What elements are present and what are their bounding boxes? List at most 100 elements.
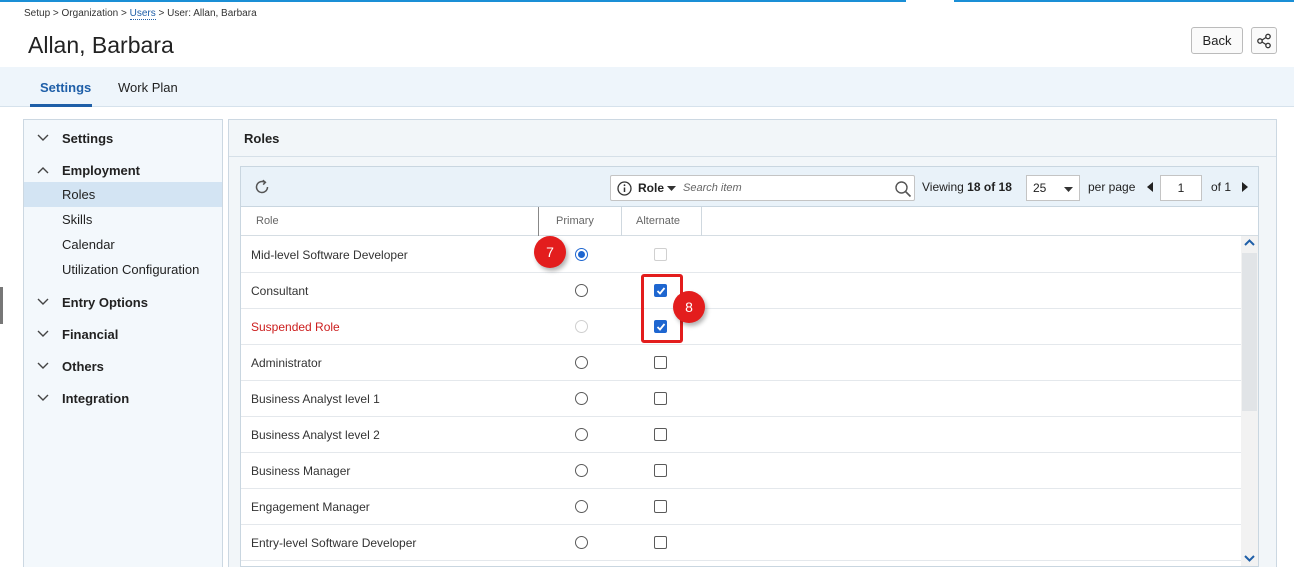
table-row[interactable]: Mid-level Software Developer <box>241 237 1241 273</box>
active-tab-indicator <box>30 104 92 107</box>
viewing-of: of <box>983 180 996 194</box>
column-resize-handle[interactable] <box>538 207 539 236</box>
grid-header: Role Primary Alternate <box>241 207 1258 236</box>
nav-group-label: Settings <box>62 130 114 146</box>
roles-grid: Role Search item Viewing 18 of 18 25 per… <box>240 166 1259 567</box>
top-accent-gap <box>906 0 954 2</box>
step-callout-alternate: 8 <box>673 291 705 323</box>
side-navigation: Settings Employment Roles Skills Calenda… <box>23 119 223 567</box>
scroll-up-icon[interactable] <box>1244 239 1255 246</box>
grid-toolbar: Role Search item Viewing 18 of 18 25 per… <box>241 167 1258 207</box>
column-divider <box>701 207 702 236</box>
per-page-value: 25 <box>1033 181 1047 195</box>
chevron-down-icon <box>37 298 49 305</box>
nav-group-label: Others <box>62 358 104 374</box>
breadcrumb-link-users[interactable]: Users <box>129 8 156 20</box>
left-edge-marker <box>0 287 3 324</box>
nav-group-label: Integration <box>62 390 130 406</box>
search-icon[interactable] <box>894 180 912 198</box>
per-page-select[interactable]: 25 <box>1026 175 1080 201</box>
alternate-checkbox[interactable] <box>654 536 667 549</box>
tab-settings[interactable]: Settings <box>40 80 91 95</box>
role-name: Administrator <box>251 356 322 370</box>
page-total: of 1 <box>1211 180 1232 194</box>
role-name: Suspended Role <box>251 320 340 334</box>
column-header-primary[interactable]: Primary <box>556 215 594 227</box>
primary-radio[interactable] <box>575 536 588 549</box>
primary-radio <box>575 320 588 333</box>
table-row[interactable]: Business Manager <box>241 453 1241 489</box>
tab-bar: Settings Work Plan <box>0 67 1294 107</box>
primary-radio[interactable] <box>575 284 588 297</box>
chevron-down-icon <box>37 134 49 141</box>
nav-group-settings[interactable]: Settings <box>24 127 222 149</box>
viewing-count-value: 18 <box>967 180 981 194</box>
page-title: Allan, Barbara <box>28 32 174 58</box>
table-row[interactable]: Suspended Role <box>241 309 1241 345</box>
nav-group-label: Financial <box>62 326 119 342</box>
panel-title: Roles <box>244 131 280 146</box>
back-button[interactable]: Back <box>1191 27 1243 54</box>
next-page-icon[interactable] <box>1241 182 1248 192</box>
sidebar-item-skills[interactable]: Skills <box>24 207 222 232</box>
scrollbar-thumb[interactable] <box>1242 253 1257 411</box>
nav-group-label: Entry Options <box>62 294 148 310</box>
chevron-down-icon <box>37 362 49 369</box>
search-field-dropdown[interactable]: Role <box>638 181 664 195</box>
table-row[interactable]: Consultant <box>241 273 1241 309</box>
alternate-checkbox[interactable] <box>654 392 667 405</box>
viewing-total: 18 <box>998 180 1012 194</box>
alternate-checkbox[interactable] <box>654 356 667 369</box>
table-row[interactable]: Entry-level Software Developer <box>241 525 1241 561</box>
alternate-checkbox[interactable] <box>654 464 667 477</box>
info-icon[interactable] <box>617 181 632 196</box>
page-number-input[interactable]: 1 <box>1160 175 1202 201</box>
chevron-down-icon <box>37 394 49 401</box>
role-name: Business Manager <box>251 464 351 478</box>
scroll-down-icon[interactable] <box>1244 555 1255 562</box>
step-callout-primary: 7 <box>534 236 566 268</box>
refresh-icon <box>255 179 269 194</box>
role-name: Engagement Manager <box>251 500 370 514</box>
column-header-alternate[interactable]: Alternate <box>636 215 680 227</box>
nav-group-employment[interactable]: Employment <box>24 159 222 181</box>
primary-radio[interactable] <box>575 248 588 261</box>
table-row[interactable]: Business Analyst level 1 <box>241 381 1241 417</box>
column-header-role[interactable]: Role <box>256 215 279 227</box>
viewing-label: Viewing <box>922 180 964 194</box>
per-page-label: per page <box>1088 180 1136 194</box>
share-button[interactable] <box>1251 27 1277 54</box>
sidebar-item-calendar[interactable]: Calendar <box>24 232 222 257</box>
table-row[interactable]: Engagement Manager <box>241 489 1241 525</box>
search-input[interactable]: Search item <box>683 182 742 194</box>
nav-group-label: Employment <box>62 162 141 178</box>
caret-down-icon <box>1064 187 1073 192</box>
table-row[interactable]: Business Analyst level 2 <box>241 417 1241 453</box>
primary-radio[interactable] <box>575 356 588 369</box>
primary-radio[interactable] <box>575 392 588 405</box>
share-icon <box>1257 33 1271 48</box>
viewing-count: Viewing 18 of 18 <box>922 180 1012 194</box>
role-name: Consultant <box>251 284 309 298</box>
primary-radio[interactable] <box>575 464 588 477</box>
nav-group-financial[interactable]: Financial <box>24 323 222 345</box>
tab-work-plan[interactable]: Work Plan <box>118 80 178 95</box>
sidebar-item-utilization-configuration[interactable]: Utilization Configuration <box>24 257 222 282</box>
breadcrumb: Setup > Organization > Users > User: All… <box>24 8 257 20</box>
primary-radio[interactable] <box>575 500 588 513</box>
breadcrumb-part: Setup > Organization > <box>24 8 130 19</box>
sidebar-item-roles[interactable]: Roles <box>24 182 222 207</box>
refresh-button[interactable] <box>253 178 271 201</box>
nav-group-integration[interactable]: Integration <box>24 387 222 409</box>
role-name: Mid-level Software Developer <box>251 248 408 262</box>
nav-group-entry-options[interactable]: Entry Options <box>24 291 222 313</box>
previous-page-icon[interactable] <box>1147 182 1154 192</box>
alternate-checkbox[interactable] <box>654 500 667 513</box>
table-row[interactable]: Administrator <box>241 345 1241 381</box>
chevron-down-icon <box>37 330 49 337</box>
breadcrumb-part: > User: Allan, Barbara <box>155 8 257 19</box>
nav-group-others[interactable]: Others <box>24 355 222 377</box>
primary-radio[interactable] <box>575 428 588 441</box>
alternate-checkbox[interactable] <box>654 428 667 441</box>
role-name: Business Analyst level 2 <box>251 428 380 442</box>
